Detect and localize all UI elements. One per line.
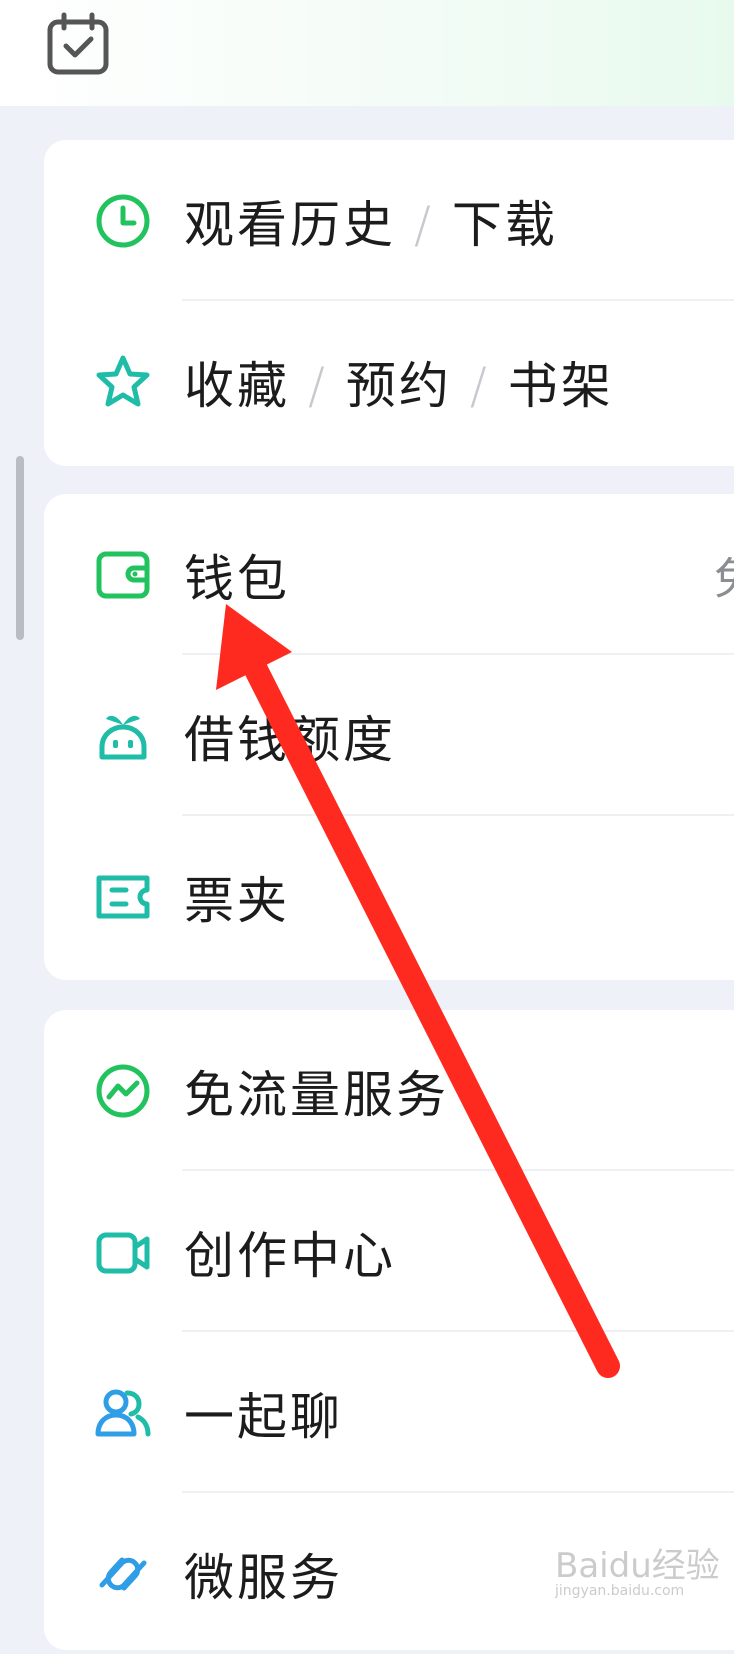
- menu-item-creator-center[interactable]: 创作中心: [44, 1171, 734, 1332]
- data-free-label: 免流量服务: [184, 1065, 449, 1124]
- creator-center-label: 创作中心: [184, 1226, 396, 1285]
- chat-together-label: 一起聊: [184, 1387, 343, 1446]
- separator: /: [308, 356, 328, 415]
- calendar-check-icon[interactable]: [46, 12, 110, 76]
- menu-label: 观看历史 / 下载: [184, 185, 558, 257]
- menu-item-loan-limit[interactable]: 借钱额度: [44, 655, 734, 816]
- separator: /: [414, 195, 434, 254]
- micro-service-label: 微服务: [184, 1548, 343, 1607]
- trend-circle-icon: [96, 1064, 150, 1117]
- menu-item-tickets[interactable]: 票夹: [44, 816, 734, 977]
- card-finance: 钱包 免 借钱额度 票夹: [44, 494, 734, 980]
- bookshelf-label: 书架: [507, 356, 614, 415]
- reservations-label: 预约: [345, 356, 452, 415]
- clock-icon: [96, 194, 150, 247]
- scrollbar[interactable]: [16, 456, 24, 640]
- ticket-icon: [96, 875, 150, 918]
- section-gap: [0, 106, 734, 140]
- video-camera-icon: [96, 1232, 150, 1273]
- tickets-label: 票夹: [184, 871, 290, 930]
- menu-item-wallet[interactable]: 钱包 免: [44, 494, 734, 655]
- card-history-favorites: 观看历史 / 下载 收藏 / 预约 / 书架: [44, 140, 734, 466]
- downloads-label: 下载: [451, 195, 558, 254]
- people-icon: [95, 1389, 151, 1436]
- wallet-hint: 免: [714, 543, 734, 607]
- menu-item-data-free-service[interactable]: 免流量服务: [44, 1010, 734, 1171]
- sprout-robot-icon: [99, 715, 147, 759]
- favorites-label: 收藏: [184, 356, 290, 415]
- loan-limit-label: 借钱额度: [184, 710, 396, 769]
- top-bar: [0, 0, 734, 106]
- watermark-main: Baidu经验: [555, 1546, 720, 1586]
- menu-item-chat-together[interactable]: 一起聊: [44, 1332, 734, 1493]
- history-label: 观看历史: [184, 195, 396, 254]
- menu-item-favorites[interactable]: 收藏 / 预约 / 书架: [44, 301, 734, 462]
- wallet-icon: [96, 551, 150, 598]
- link-icon: [99, 1557, 147, 1590]
- star-icon: [96, 355, 150, 406]
- wallet-label: 钱包: [184, 549, 290, 608]
- separator: /: [469, 356, 490, 415]
- menu-label: 收藏 / 预约 / 书架: [184, 346, 614, 418]
- menu-item-history-downloads[interactable]: 观看历史 / 下载: [44, 140, 734, 301]
- baidu-watermark: Baidu经验 jingyan.baidu.com: [555, 1538, 725, 1618]
